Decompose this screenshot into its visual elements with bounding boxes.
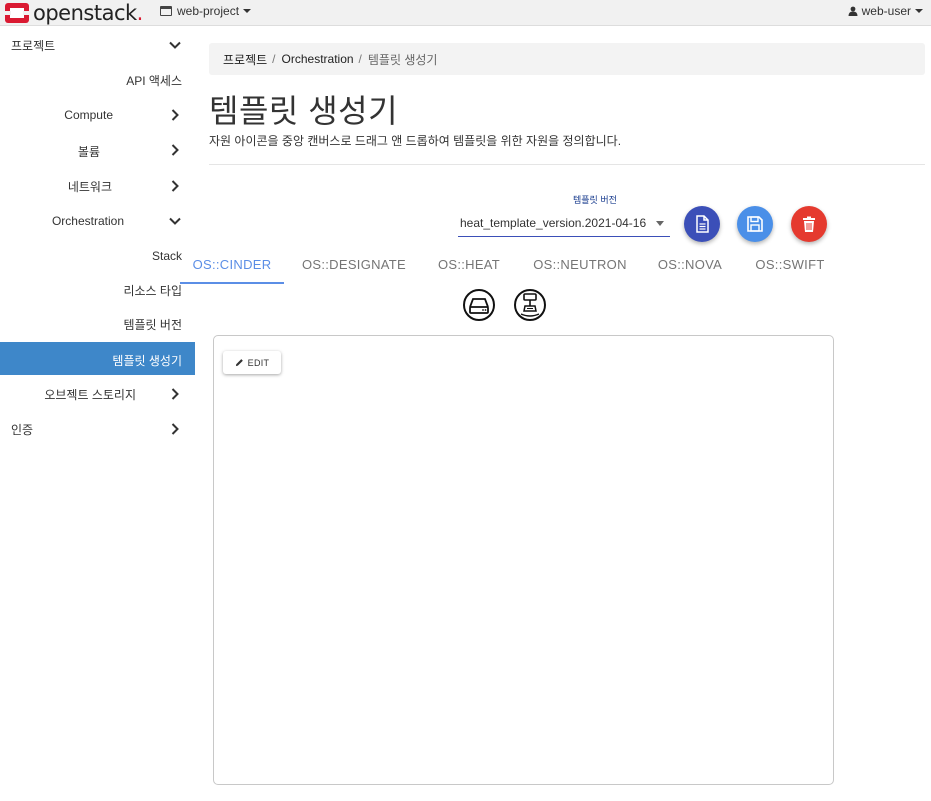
sidebar-item-compute[interactable]: Compute [0, 97, 195, 131]
chevron-right-icon [171, 180, 179, 192]
top-navbar: openstack. web-project web-user [0, 0, 931, 26]
view-template-button[interactable] [684, 206, 720, 242]
chevron-down-icon [169, 217, 181, 225]
template-canvas[interactable] [213, 335, 834, 785]
user-name: web-user [861, 4, 911, 18]
tab-os-neutron[interactable]: OS::NEUTRON [525, 245, 635, 283]
page-description: 자원 아이콘을 중앙 캔버스로 드래그 앤 드롭하여 템플릿을 위한 자원을 정… [209, 134, 622, 148]
volume-attachment-icon[interactable] [513, 288, 547, 322]
sidebar-item-api-access[interactable]: API 액세스 [0, 62, 195, 96]
chevron-right-icon [171, 109, 179, 121]
chevron-right-icon [171, 388, 179, 400]
pencil-icon [235, 359, 243, 367]
breadcrumb-item-current: 템플릿 생성기 [367, 52, 438, 67]
sidebar-item-template-generator[interactable]: 템플릿 생성기 [0, 342, 195, 376]
document-icon [696, 215, 709, 233]
project-name: web-project [177, 4, 240, 18]
logo-text: openstack. [33, 1, 143, 25]
sidebar-item-label: Stack [151, 249, 182, 263]
sidebar-item-network[interactable]: 네트워크 [0, 168, 195, 202]
project-switcher[interactable]: web-project [160, 0, 252, 22]
sidebar-item-label: 오브젝트 스토리지 [44, 388, 136, 402]
tab-os-swift[interactable]: OS::SWIFT [745, 245, 835, 283]
sidebar-item-identity[interactable]: 인증 [0, 411, 195, 445]
floppy-disk-icon [747, 216, 763, 232]
sidebar-item-volumes[interactable]: 볼륨 [0, 132, 195, 166]
sidebar-item-label: 인증 [11, 423, 34, 437]
delete-template-button[interactable] [791, 206, 827, 242]
template-version-label: 템플릿 버전 [573, 195, 617, 205]
breadcrumb-item-project[interactable]: 프로젝트 [223, 51, 267, 68]
sidebar-item-label: API 액세스 [126, 74, 182, 88]
sidebar-item-label: 볼륨 [77, 145, 100, 159]
sidebar-item-template-versions[interactable]: 템플릿 버전 [0, 306, 195, 340]
template-version-select[interactable]: heat_template_version.2021-04-16 [458, 210, 670, 237]
user-menu[interactable]: web-user [848, 0, 923, 22]
tab-os-nova[interactable]: OS::NOVA [650, 245, 730, 283]
tab-os-heat[interactable]: OS::HEAT [428, 245, 510, 283]
project-icon [160, 6, 172, 16]
header-divider [209, 164, 925, 165]
openstack-logo[interactable]: openstack. [4, 0, 143, 26]
caret-down-icon [915, 9, 923, 13]
sidebar-item-orchestration[interactable]: Orchestration [0, 203, 195, 237]
dropdown-arrow-icon [656, 221, 664, 226]
template-version-value: heat_template_version.2021-04-16 [460, 216, 647, 230]
sidebar-item-resource-types[interactable]: 리소스 타입 [0, 272, 195, 306]
openstack-logo-icon [5, 3, 29, 23]
chevron-right-icon [171, 423, 179, 435]
breadcrumb: 프로젝트 / Orchestration / 템플릿 생성기 [209, 43, 925, 75]
edit-button[interactable]: EDIT [223, 351, 281, 374]
breadcrumb-item-orchestration[interactable]: Orchestration [282, 52, 354, 66]
chevron-right-icon [171, 144, 179, 156]
chevron-down-icon [169, 41, 181, 49]
sidebar-item-label: 네트워크 [67, 180, 112, 194]
sidebar-item-label: 프로젝트 [11, 39, 56, 53]
save-template-button[interactable] [737, 206, 773, 242]
volume-drive-icon[interactable] [462, 288, 496, 322]
sidebar-item-label: 템플릿 생성기 [112, 354, 182, 368]
sidebar-item-project[interactable]: 프로젝트 [0, 27, 195, 61]
trash-icon [803, 216, 815, 232]
sidebar-nav: 프로젝트 API 액세스 Compute 볼륨 네트워크 Orchestrati… [0, 27, 195, 801]
tab-os-cinder[interactable]: OS::CINDER [180, 245, 284, 283]
sidebar-item-label: 템플릿 버전 [123, 318, 182, 332]
sidebar-item-label: 리소스 타입 [123, 284, 182, 298]
sidebar-item-label: Compute [64, 108, 113, 122]
sidebar-item-stack[interactable]: Stack [0, 238, 195, 272]
edit-button-label: EDIT [247, 357, 270, 368]
page-title: 템플릿 생성기 [209, 93, 399, 129]
active-tab-indicator [180, 282, 284, 284]
tab-os-designate[interactable]: OS::DESIGNATE [290, 245, 418, 283]
breadcrumb-separator: / [358, 52, 362, 66]
breadcrumb-separator: / [272, 52, 276, 66]
sidebar-item-label: Orchestration [51, 214, 124, 228]
sidebar-item-object-storage[interactable]: 오브젝트 스토리지 [0, 376, 195, 410]
caret-down-icon [243, 9, 252, 13]
user-icon [848, 6, 858, 16]
